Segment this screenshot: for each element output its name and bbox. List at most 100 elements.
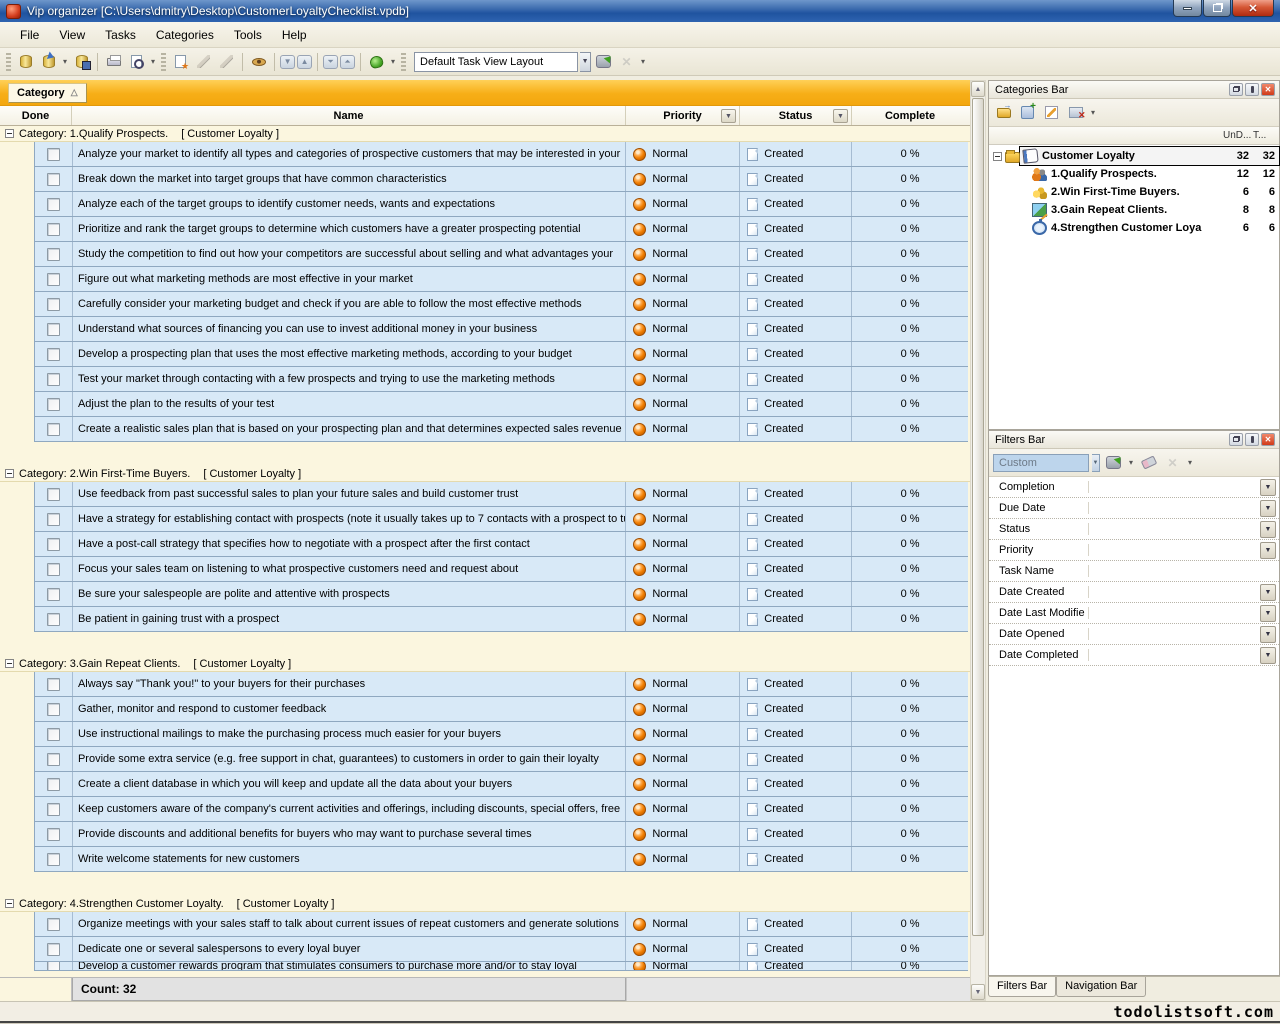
task-row[interactable]: Always say "Thank you!" to your buyers f… [34, 672, 968, 697]
category-group-row[interactable]: Category: 1.Qualify Prospects.[ Customer… [0, 126, 970, 142]
status-cell[interactable]: Created [740, 847, 852, 871]
column-header-priority[interactable]: Priority▼ [626, 106, 740, 125]
done-checkbox[interactable] [47, 273, 60, 286]
category-tree-item[interactable]: 4.Strengthen Customer Loya66 [989, 219, 1279, 237]
priority-cell[interactable]: Normal [626, 482, 740, 506]
task-row[interactable]: Use instructional mailings to make the p… [34, 722, 968, 747]
filter-dropdown-button[interactable]: ▼ [1260, 647, 1276, 664]
collapse-group-icon[interactable] [5, 469, 14, 478]
task-name-cell[interactable]: Always say "Thank you!" to your buyers f… [73, 672, 626, 696]
task-row[interactable]: Organize meetings with your sales staff … [34, 912, 968, 937]
status-cell[interactable]: Created [740, 697, 852, 721]
filter-dropdown-button[interactable]: ▼ [1260, 500, 1276, 517]
open-database-dropdown[interactable]: ▾ [61, 57, 69, 66]
complete-cell[interactable]: 0 % [852, 367, 968, 391]
status-cell[interactable]: Created [740, 962, 852, 970]
filter-dropdown-button[interactable]: ▼ [1260, 626, 1276, 643]
task-row[interactable]: Be sure your salespeople are polite and … [34, 582, 968, 607]
scrollbar-thumb[interactable] [972, 98, 984, 936]
complete-cell[interactable]: 0 % [852, 482, 968, 506]
done-checkbox[interactable] [47, 538, 60, 551]
status-cell[interactable]: Created [740, 822, 852, 846]
complete-cell[interactable]: 0 % [852, 607, 968, 631]
priority-cell[interactable]: Normal [626, 697, 740, 721]
filter-dropdown-button[interactable]: ▼ [1260, 542, 1276, 559]
menu-view[interactable]: View [49, 24, 95, 46]
filters-close-button[interactable]: ✕ [1261, 433, 1275, 446]
save-layout-button[interactable] [593, 52, 614, 72]
complete-cell[interactable]: 0 % [852, 672, 968, 696]
task-row[interactable]: Have a post-call strategy that specifies… [34, 532, 968, 557]
status-cell[interactable]: Created [740, 242, 852, 266]
tab-filters-bar[interactable]: Filters Bar [988, 977, 1056, 997]
filters-toolbar-overflow[interactable]: ▾ [1186, 458, 1194, 467]
filter-dropdown-button[interactable]: ▼ [1260, 479, 1276, 496]
task-name-cell[interactable]: Be patient in gaining trust with a prosp… [73, 607, 626, 631]
task-row[interactable]: Understand what sources of financing you… [34, 317, 968, 342]
task-name-cell[interactable]: Create a realistic sales plan that is ba… [73, 417, 626, 441]
priority-cell[interactable]: Normal [626, 392, 740, 416]
new-subcategory-button[interactable] [1017, 103, 1038, 123]
task-row[interactable]: Gather, monitor and respond to customer … [34, 697, 968, 722]
priority-cell[interactable]: Normal [626, 267, 740, 291]
task-row[interactable]: Figure out what marketing methods are mo… [34, 267, 968, 292]
tab-navigation-bar[interactable]: Navigation Bar [1056, 977, 1146, 997]
category-group-row[interactable]: Category: 4.Strengthen Customer Loyalty.… [0, 896, 970, 912]
priority-cell[interactable]: Normal [626, 607, 740, 631]
category-tree-item[interactable]: 3.Gain Repeat Clients.88 [989, 201, 1279, 219]
task-name-cell[interactable]: Test your market through contacting with… [73, 367, 626, 391]
done-checkbox[interactable] [47, 918, 60, 931]
task-name-cell[interactable]: Analyze each of the target groups to ide… [73, 192, 626, 216]
task-row[interactable]: Analyze your market to identify all type… [34, 142, 968, 167]
new-category-button[interactable] [993, 103, 1014, 123]
filter-dropdown-button[interactable]: ▼ [1260, 605, 1276, 622]
notifications-dropdown[interactable]: ▾ [389, 57, 397, 66]
category-tree-item[interactable]: 1.Qualify Prospects.1212 [989, 165, 1279, 183]
done-checkbox[interactable] [47, 803, 60, 816]
complete-cell[interactable]: 0 % [852, 557, 968, 581]
done-checkbox[interactable] [47, 323, 60, 336]
task-name-cell[interactable]: Study the competition to find out how yo… [73, 242, 626, 266]
status-cell[interactable]: Created [740, 367, 852, 391]
done-checkbox[interactable] [47, 678, 60, 691]
scroll-up-button[interactable]: ▲ [971, 81, 985, 97]
filter-dropdown-button[interactable]: ▼ [1260, 521, 1276, 538]
done-checkbox[interactable] [47, 728, 60, 741]
save-database-button[interactable] [71, 52, 92, 72]
filter-preset-combo-arrow[interactable]: ▼ [1092, 454, 1100, 472]
status-cell[interactable]: Created [740, 747, 852, 771]
print-preview-button[interactable] [126, 52, 147, 72]
priority-cell[interactable]: Normal [626, 822, 740, 846]
complete-cell[interactable]: 0 % [852, 532, 968, 556]
task-name-cell[interactable]: Figure out what marketing methods are mo… [73, 267, 626, 291]
complete-cell[interactable]: 0 % [852, 317, 968, 341]
status-cell[interactable]: Created [740, 607, 852, 631]
complete-cell[interactable]: 0 % [852, 847, 968, 871]
collapse-group-icon[interactable] [5, 129, 14, 138]
categories-close-button[interactable]: ✕ [1261, 83, 1275, 96]
clear-filter-button[interactable] [1138, 453, 1159, 473]
scroll-down-button[interactable]: ▼ [971, 984, 985, 1000]
task-row[interactable]: Create a realistic sales plan that is ba… [34, 417, 968, 442]
notifications-button[interactable] [366, 52, 387, 72]
vertical-scrollbar[interactable]: ▲ ▼ [970, 80, 986, 1001]
complete-cell[interactable]: 0 % [852, 962, 968, 970]
priority-cell[interactable]: Normal [626, 342, 740, 366]
task-name-cell[interactable]: Dedicate one or several salespersons to … [73, 937, 626, 961]
task-name-cell[interactable]: Keep customers aware of the company's cu… [73, 797, 626, 821]
done-checkbox[interactable] [47, 488, 60, 501]
done-checkbox[interactable] [47, 148, 60, 161]
column-header-done[interactable]: Done [0, 106, 72, 125]
layout-combo[interactable]: Default Task View Layout [414, 52, 578, 72]
complete-cell[interactable]: 0 % [852, 797, 968, 821]
collapse-group-icon[interactable] [5, 659, 14, 668]
task-row[interactable]: Dedicate one or several salespersons to … [34, 937, 968, 962]
done-checkbox[interactable] [47, 778, 60, 791]
task-row[interactable]: Write welcome statements for new custome… [34, 847, 968, 872]
priority-cell[interactable]: Normal [626, 912, 740, 936]
done-checkbox[interactable] [47, 753, 60, 766]
priority-cell[interactable]: Normal [626, 747, 740, 771]
column-header-complete[interactable]: Complete [852, 106, 968, 125]
task-name-cell[interactable]: Write welcome statements for new custome… [73, 847, 626, 871]
find-button[interactable] [248, 52, 269, 72]
